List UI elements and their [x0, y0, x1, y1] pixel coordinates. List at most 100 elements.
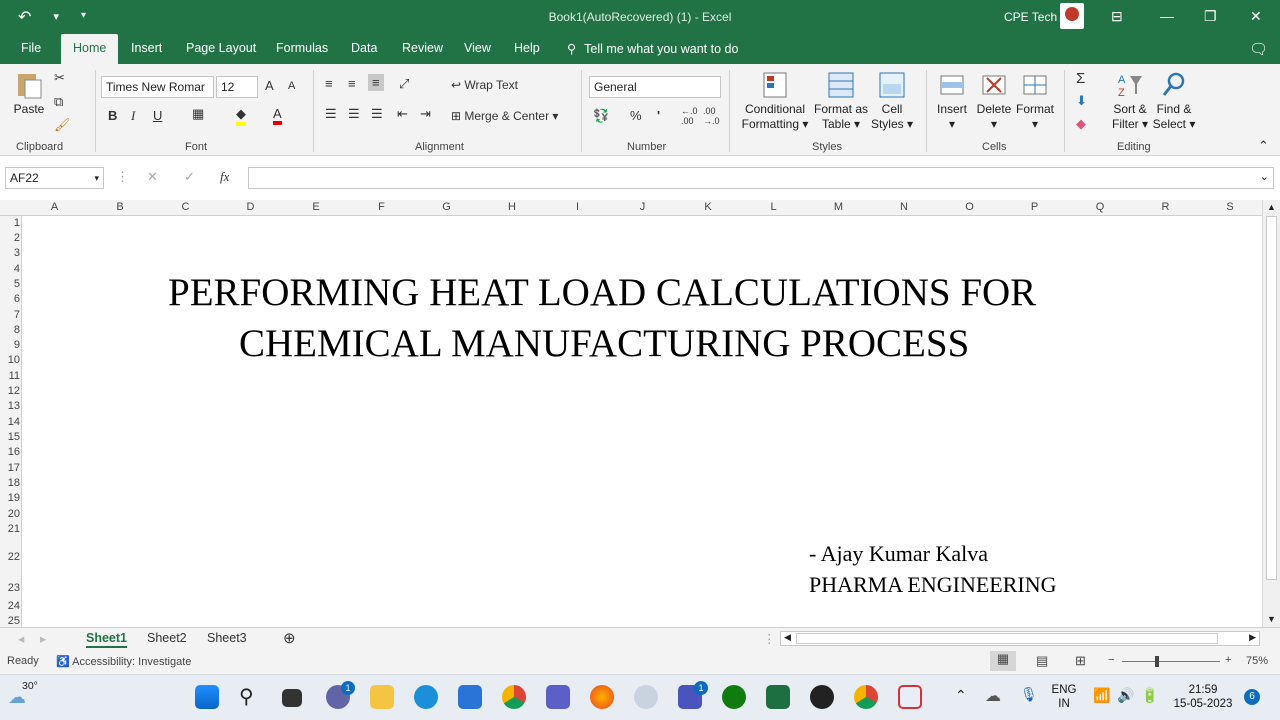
edge-icon[interactable] — [414, 685, 438, 709]
app-icon[interactable] — [634, 685, 658, 709]
decrease-font-icon[interactable]: A — [288, 80, 295, 92]
clock[interactable]: 21:59 15-05-2023 — [1168, 683, 1238, 711]
merge-center-button[interactable]: ⊞ Merge & Center ▾ — [451, 109, 558, 123]
font-color-icon[interactable]: A — [273, 106, 282, 125]
page-break-view-icon[interactable]: ⊞ — [1075, 653, 1086, 669]
zoom-out-icon[interactable]: − — [1108, 654, 1114, 666]
chrome-icon[interactable] — [502, 685, 526, 709]
tab-view[interactable]: View — [464, 41, 491, 55]
minimize-icon[interactable]: — — [1160, 8, 1174, 24]
battery-icon[interactable]: 🔋 — [1141, 687, 1158, 704]
cancel-icon[interactable]: ✕ — [147, 169, 158, 185]
row-header[interactable]: 6 — [0, 293, 20, 305]
tab-insert[interactable]: Insert — [131, 41, 162, 55]
snipping-tool-icon[interactable] — [898, 685, 922, 709]
paste-button[interactable]: Paste — [10, 70, 48, 117]
language-indicator[interactable]: ENG IN — [1048, 683, 1080, 711]
restore-icon[interactable]: ❐ — [1204, 8, 1217, 25]
row-header[interactable]: 1 — [0, 217, 20, 229]
row-header[interactable]: 23 — [0, 582, 20, 594]
enter-icon[interactable]: ✓ — [184, 169, 195, 185]
tab-help[interactable]: Help — [514, 41, 540, 55]
borders-icon[interactable]: ▦ — [192, 106, 204, 122]
autosum-button[interactable]: Σ — [1076, 70, 1085, 87]
middle-align-icon[interactable]: ≡ — [348, 76, 356, 91]
increase-indent-icon[interactable]: ⇥ — [420, 106, 431, 122]
show-hidden-icon[interactable]: ⌃ — [955, 687, 967, 704]
microphone-icon[interactable]: 🎙 — [1020, 686, 1038, 703]
row-header[interactable]: 19 — [0, 492, 20, 504]
column-header[interactable]: J — [610, 201, 675, 213]
fill-color-icon[interactable]: ◆ — [236, 106, 246, 126]
row-header[interactable]: 2 — [0, 232, 20, 244]
more-icon[interactable]: ⋮ — [116, 169, 129, 185]
row-header[interactable]: 8 — [0, 324, 20, 336]
scroll-up-icon[interactable]: ▲ — [1267, 202, 1276, 212]
author-cell[interactable]: - Ajay Kumar Kalva — [809, 541, 988, 567]
number-format-select[interactable]: General — [589, 76, 721, 98]
row-header[interactable]: 17 — [0, 462, 20, 474]
conditional-formatting-button[interactable]: Conditional Formatting ▾ — [736, 70, 814, 132]
column-header[interactable]: P — [1002, 201, 1067, 213]
column-header[interactable]: R — [1133, 201, 1198, 213]
increase-decimal-icon[interactable]: ←.0.00 — [681, 106, 698, 126]
onedrive-icon[interactable]: ☁ — [985, 686, 1001, 706]
cell-styles-button[interactable]: Cell Styles ▾ — [868, 70, 916, 132]
format-cells-button[interactable]: Format ▾ — [1015, 70, 1055, 132]
sheet-tab-sheet2[interactable]: Sheet2 — [147, 631, 187, 645]
horizontal-scroll-thumb[interactable] — [796, 633, 1218, 644]
page-layout-view-icon[interactable]: ▤ — [1036, 653, 1048, 669]
notification-badge[interactable]: 6 — [1244, 689, 1260, 705]
row-header[interactable]: 3 — [0, 247, 20, 259]
teams-icon[interactable] — [546, 685, 570, 709]
percent-button[interactable]: % — [630, 108, 642, 123]
tab-page-layout[interactable]: Page Layout — [186, 41, 256, 55]
xbox-icon[interactable] — [722, 685, 746, 709]
row-header[interactable]: 15 — [0, 431, 20, 443]
column-header[interactable]: S — [1198, 201, 1262, 213]
row-header[interactable]: 25 — [0, 615, 20, 627]
file-explorer-icon[interactable] — [370, 685, 394, 709]
insert-cells-button[interactable]: Insert ▾ — [932, 70, 972, 132]
worksheet-grid[interactable]: PERFORMING HEAT LOAD CALCULATIONS FOR CH… — [22, 216, 1262, 627]
tab-home[interactable]: Home — [61, 34, 119, 64]
increase-font-icon[interactable]: A — [265, 78, 274, 93]
column-header[interactable]: B — [87, 201, 153, 213]
comma-style-button[interactable]: ' — [657, 108, 660, 123]
column-header[interactable]: L — [741, 201, 806, 213]
column-header[interactable]: C — [153, 201, 218, 213]
scroll-thumb[interactable] — [1266, 216, 1277, 580]
column-header[interactable]: H — [479, 201, 545, 213]
store-icon[interactable] — [458, 685, 482, 709]
row-header[interactable]: 7 — [0, 309, 20, 321]
sheet-tab-sheet1[interactable]: Sheet1 — [86, 631, 127, 648]
top-align-icon[interactable]: ≡ — [325, 76, 333, 91]
accessibility-status[interactable]: ♿ Accessibility: Investigate — [56, 655, 191, 668]
split-handle-icon[interactable]: ⋮ — [763, 631, 776, 646]
name-box[interactable]: AF22 ▾ — [5, 167, 104, 189]
sort-filter-button[interactable]: AZ Sort & Filter ▾ — [1110, 70, 1150, 132]
zoom-slider-thumb[interactable] — [1155, 656, 1159, 667]
tab-formulas[interactable]: Formulas — [276, 41, 328, 55]
row-header[interactable]: 14 — [0, 416, 20, 428]
decrease-decimal-icon[interactable]: .00 →.0 — [703, 106, 720, 126]
font-name-select[interactable]: Times New Romar — [101, 76, 214, 98]
underline-button[interactable]: U — [153, 108, 162, 123]
tab-file[interactable]: File — [21, 41, 41, 55]
row-header[interactable]: 12 — [0, 385, 20, 397]
expand-formula-icon[interactable]: ⌄ — [1260, 170, 1269, 183]
orientation-icon[interactable]: ⤢ — [399, 76, 409, 92]
task-view-icon[interactable] — [282, 689, 302, 707]
close-icon[interactable]: ✕ — [1250, 8, 1262, 25]
collapse-ribbon-icon[interactable]: ⌃ — [1258, 138, 1269, 154]
row-header[interactable]: 18 — [0, 477, 20, 489]
scroll-down-icon[interactable]: ▼ — [1267, 614, 1276, 624]
copy-icon[interactable]: ⧉ — [54, 94, 63, 110]
firefox-icon[interactable] — [590, 685, 614, 709]
volume-icon[interactable]: 🔊 — [1117, 687, 1134, 704]
accounting-format-icon[interactable]: 💱 — [593, 108, 609, 124]
align-right-icon[interactable]: ☰ — [371, 106, 383, 122]
tab-review[interactable]: Review — [402, 41, 443, 55]
column-header[interactable]: O — [937, 201, 1002, 213]
excel-icon[interactable] — [766, 685, 790, 709]
